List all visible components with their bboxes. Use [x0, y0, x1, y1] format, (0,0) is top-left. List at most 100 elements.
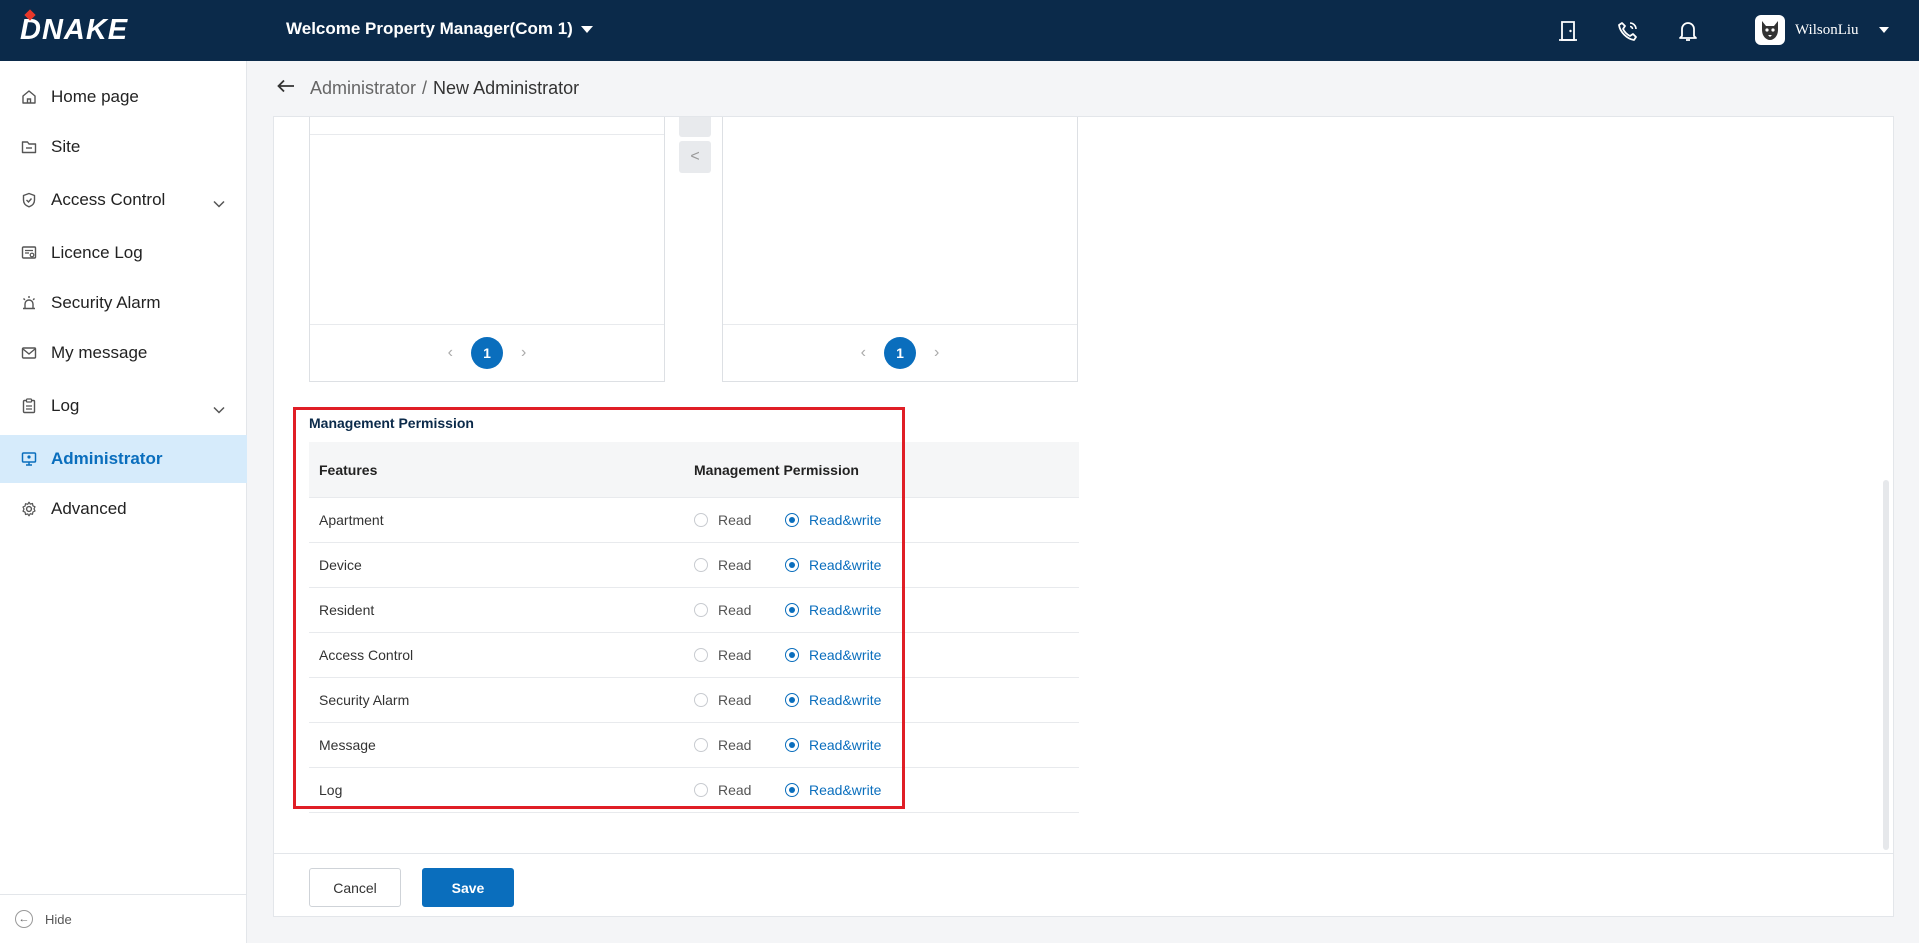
sidebar-item-label: Security Alarm — [51, 293, 161, 312]
table-row: Device Read Read&write — [309, 543, 1079, 588]
table-row: Log Read Read&write — [309, 768, 1079, 813]
sidebar-item-access-control[interactable]: Access Control — [0, 176, 247, 224]
readwrite-label: Read&write — [809, 782, 882, 798]
radio-circle[interactable] — [785, 783, 799, 797]
sidebar-item-home[interactable]: Home page — [0, 73, 247, 121]
welcome-text: Welcome — [286, 19, 361, 38]
readwrite-radio[interactable]: Read&write — [785, 512, 881, 528]
caret-down-icon — [580, 25, 593, 33]
readwrite-radio[interactable]: Read&write — [785, 557, 881, 573]
next-page-icon[interactable]: › — [934, 344, 939, 362]
table-header: Features Management Permission — [309, 442, 1079, 498]
sidebar-item-label: Log — [51, 396, 80, 415]
feature-name: Log — [319, 782, 343, 798]
readwrite-radio[interactable]: Read&write — [785, 782, 881, 798]
top-bar: DNAKE Welcome Property Manager(Com 1) Wi… — [0, 0, 1919, 61]
permission-options: Read Read&write — [694, 737, 1079, 753]
radio-circle[interactable] — [694, 558, 708, 572]
hide-label: Hide — [45, 911, 72, 927]
chevron-down-icon — [213, 193, 225, 213]
feature-name: Access Control — [319, 647, 414, 663]
list-footer-divider — [723, 324, 1077, 325]
sidebar-item-label: My message — [51, 343, 148, 362]
readwrite-radio[interactable]: Read&write — [785, 692, 881, 708]
radio-circle[interactable] — [785, 738, 799, 752]
licence-icon — [20, 244, 38, 262]
radio-circle[interactable] — [785, 603, 799, 617]
back-arrow-icon[interactable] — [277, 79, 295, 98]
clipboard-icon — [20, 397, 38, 415]
read-label: Read — [718, 782, 752, 798]
radio-circle[interactable] — [694, 648, 708, 662]
next-page-icon[interactable]: › — [521, 344, 526, 362]
page-number[interactable]: 1 — [884, 337, 916, 369]
table-row: Security Alarm Read Read&write — [309, 678, 1079, 723]
door-icon[interactable] — [1555, 18, 1581, 44]
move-right-button[interactable] — [679, 117, 711, 137]
username: WilsonLiu — [1795, 21, 1859, 38]
read-label: Read — [718, 512, 752, 528]
readwrite-radio[interactable]: Read&write — [785, 602, 881, 618]
monitor-icon — [20, 450, 38, 468]
read-radio[interactable]: Read — [694, 557, 784, 573]
radio-circle[interactable] — [785, 558, 799, 572]
radio-circle[interactable] — [785, 693, 799, 707]
breadcrumb-parent[interactable]: Administrator — [310, 78, 416, 98]
readwrite-label: Read&write — [809, 737, 882, 753]
user-menu[interactable]: WilsonLiu — [1755, 15, 1889, 45]
arrow-left-icon: ← — [15, 910, 33, 928]
readwrite-label: Read&write — [809, 602, 882, 618]
cancel-button[interactable]: Cancel — [309, 868, 401, 907]
read-radio[interactable]: Read — [694, 512, 784, 528]
feature-name: Device — [319, 557, 362, 573]
selected-list-box: ‹ 1 › — [722, 117, 1078, 382]
read-label: Read — [718, 647, 752, 663]
read-radio[interactable]: Read — [694, 737, 784, 753]
read-radio[interactable]: Read — [694, 647, 784, 663]
breadcrumb-current: New Administrator — [433, 78, 580, 98]
move-left-button[interactable]: < — [679, 141, 711, 173]
breadcrumb-separator: / — [422, 78, 428, 98]
readwrite-label: Read&write — [809, 512, 882, 528]
sidebar-item-my-message[interactable]: My message — [0, 329, 247, 377]
feature-name: Message — [319, 737, 376, 753]
readwrite-radio[interactable]: Read&write — [785, 737, 881, 753]
read-radio[interactable]: Read — [694, 782, 784, 798]
scrollbar[interactable] — [1883, 480, 1889, 850]
prev-page-icon[interactable]: ‹ — [861, 344, 866, 362]
sidebar-item-log[interactable]: Log — [0, 382, 247, 430]
radio-circle[interactable] — [785, 648, 799, 662]
sidebar-item-licence-log[interactable]: Licence Log — [0, 229, 247, 277]
radio-circle[interactable] — [785, 513, 799, 527]
radio-circle[interactable] — [694, 738, 708, 752]
company-name: Property Manager(Com 1) — [365, 19, 573, 38]
company-selector[interactable]: Property Manager(Com 1) — [365, 19, 593, 39]
prev-page-icon[interactable]: ‹ — [448, 344, 453, 362]
column-permission: Management Permission — [694, 461, 859, 478]
dnake-logo[interactable]: DNAKE — [20, 9, 128, 47]
sidebar-item-security-alarm[interactable]: Security Alarm — [0, 279, 247, 327]
sidebar-item-site[interactable]: Site — [0, 123, 247, 171]
read-radio[interactable]: Read — [694, 692, 784, 708]
read-label: Read — [718, 692, 752, 708]
phone-icon[interactable] — [1615, 18, 1641, 44]
sidebar-item-advanced[interactable]: Advanced — [0, 485, 247, 533]
sidebar-item-administrator[interactable]: Administrator — [0, 435, 247, 483]
home-icon — [20, 88, 38, 106]
permission-rows: Apartment Read Read&write Device Read Read&wr… — [309, 498, 1079, 813]
permission-options: Read Read&write — [694, 602, 1079, 618]
page-number[interactable]: 1 — [471, 337, 503, 369]
gear-icon — [20, 500, 38, 518]
save-button[interactable]: Save — [422, 868, 514, 907]
radio-circle[interactable] — [694, 603, 708, 617]
readwrite-radio[interactable]: Read&write — [785, 647, 881, 663]
hide-sidebar-button[interactable]: ← Hide — [0, 894, 247, 943]
bell-icon[interactable] — [1675, 18, 1701, 44]
radio-circle[interactable] — [694, 693, 708, 707]
radio-circle[interactable] — [694, 783, 708, 797]
read-radio[interactable]: Read — [694, 602, 784, 618]
sidebar: Home page Site Access Control Licence Lo… — [0, 61, 247, 943]
sidebar-item-label: Home page — [51, 87, 139, 106]
radio-circle[interactable] — [694, 513, 708, 527]
permission-options: Read Read&write — [694, 692, 1079, 708]
